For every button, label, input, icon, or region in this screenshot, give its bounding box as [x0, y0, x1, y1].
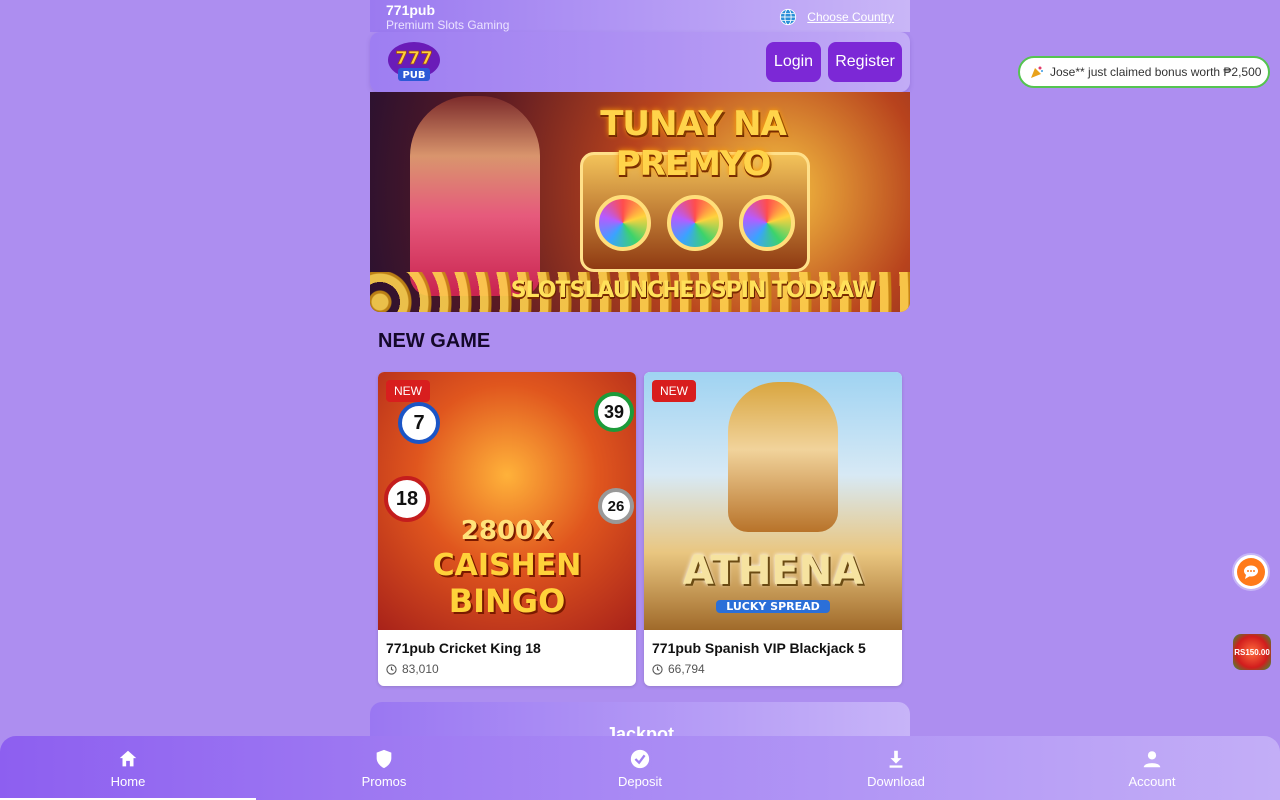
game-thumbnail: ATHENA LUCKY SPREAD [644, 372, 902, 630]
play-count: 83,010 [386, 662, 439, 676]
section-title: NEW GAME [378, 330, 491, 352]
banner-title: TUNAY NA PREMYO [600, 104, 787, 184]
promo-banner[interactable]: TUNAY NA PREMYO SLOTSLAUNCHEDSPIN TODRAW [370, 92, 910, 312]
bingo-ball-icon: 39 [594, 392, 634, 432]
choose-country-link[interactable]: Choose Country [779, 8, 894, 26]
bottom-navigation: Home Promos Deposit Download Account [0, 736, 1280, 800]
nav-label: Deposit [617, 773, 663, 789]
game-card[interactable]: ATHENA LUCKY SPREAD NEW 771pub Spanish V… [644, 372, 902, 686]
register-button[interactable]: Register [828, 42, 902, 82]
play-count: 66,794 [652, 662, 705, 676]
clock-icon [652, 663, 663, 675]
bonus-notification-toast: Jose** just claimed bonus worth ₱2,500 [1018, 56, 1270, 88]
new-badge: NEW [386, 380, 430, 402]
nav-deposit[interactable]: Deposit [512, 736, 768, 800]
brand-name: 771pub [386, 2, 436, 18]
game-title: 771pub Cricket King 18 [386, 640, 541, 656]
floating-promo-text: RS150.00 [1234, 647, 1270, 657]
svg-text:PUB: PUB [402, 70, 425, 81]
toast-text: Jose** just claimed bonus worth ₱2,500 [1050, 65, 1262, 79]
wheel-icon [595, 195, 651, 251]
home-icon [119, 750, 137, 766]
site-logo[interactable]: 777 PUB [386, 40, 442, 84]
game-art-line: LUCKY SPREAD [716, 600, 830, 613]
globe-icon [780, 8, 797, 26]
chat-bubble-icon [1237, 558, 1265, 586]
app-container: 771pub Premium Slots Gaming Choose Count… [370, 0, 910, 800]
nav-account[interactable]: Account [1024, 736, 1280, 800]
login-button[interactable]: Login [766, 42, 821, 82]
nav-label: Home [110, 773, 146, 789]
nav-promos[interactable]: Promos [256, 736, 512, 800]
clock-icon [386, 663, 397, 675]
game-art-line: ATHENA [682, 548, 864, 594]
game-thumbnail: 7 39 18 26 2800X CAISHEN BINGO [378, 372, 636, 630]
user-icon [1143, 750, 1161, 767]
bingo-ball-icon: 7 [398, 402, 440, 444]
floating-promo-button[interactable]: RS150.00 [1233, 634, 1271, 670]
nav-label: Promos [361, 773, 407, 789]
banner-subtitle: SLOTSLAUNCHEDSPIN TODRAW [510, 278, 877, 303]
new-badge: NEW [652, 380, 696, 402]
wheel-icon [739, 195, 795, 251]
game-title: 771pub Spanish VIP Blackjack 5 [652, 640, 866, 656]
svg-text:777: 777 [395, 48, 433, 69]
nav-label: Download [867, 773, 925, 789]
brand-tagline: Premium Slots Gaming [386, 18, 510, 32]
choose-country-label: Choose Country [807, 10, 894, 24]
game-art-line: CAISHEN [432, 548, 582, 583]
play-count-value: 83,010 [402, 662, 439, 676]
wheel-icon [667, 195, 723, 251]
download-icon [889, 750, 903, 768]
live-chat-button[interactable] [1232, 553, 1270, 591]
nav-download[interactable]: Download [768, 736, 1024, 800]
nav-home[interactable]: Home [0, 736, 256, 800]
header: 777 PUB Login Register [370, 32, 910, 92]
play-count-value: 66,794 [668, 662, 705, 676]
game-art-line: BINGO [448, 582, 566, 620]
athena-character-image [728, 382, 838, 532]
nav-label: Account [1128, 773, 1176, 789]
top-strip: 771pub Premium Slots Gaming Choose Count… [370, 0, 910, 32]
game-art-line: 2800X [460, 516, 554, 546]
check-circle-icon [630, 749, 650, 768]
party-popper-icon [1031, 66, 1043, 78]
shield-icon [376, 749, 392, 768]
game-card[interactable]: 7 39 18 26 2800X CAISHEN BINGO NEW 771pu… [378, 372, 636, 686]
